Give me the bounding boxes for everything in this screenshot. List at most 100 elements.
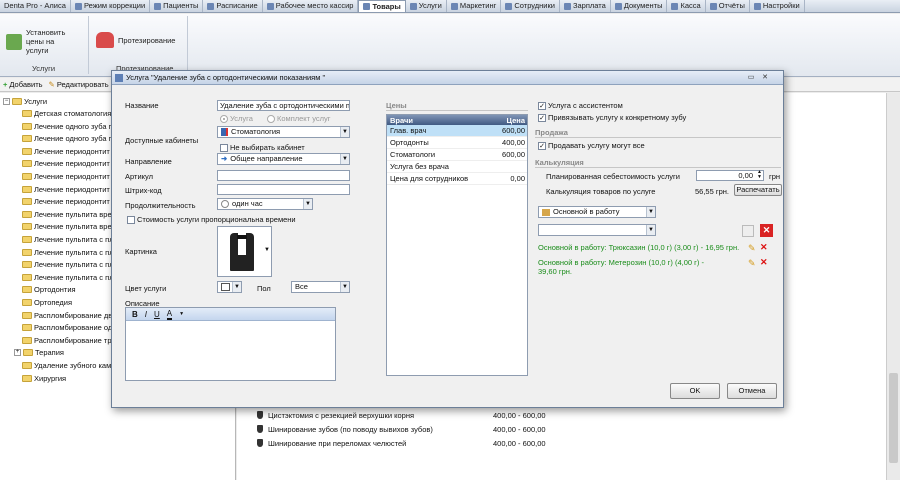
tree-item[interactable]: Лечение периодонтит: [22, 159, 110, 168]
sex-select[interactable]: Все ▼: [291, 281, 350, 293]
tree-item[interactable]: Лечение периодонтит: [22, 185, 110, 194]
edit-button[interactable]: ✎ Редактировать: [49, 80, 109, 89]
duration-select[interactable]: один час ▼: [217, 198, 313, 210]
tab-6[interactable]: Услуги: [406, 0, 447, 12]
tab-3[interactable]: Расписание: [203, 0, 263, 12]
underline-button[interactable]: U: [154, 310, 160, 319]
grid-doctor: Стоматологи: [390, 150, 436, 159]
tooth-binding-checkbox[interactable]: ✓ Привязывать услугу к конкретному зубу: [538, 113, 686, 122]
tree-item[interactable]: Лечение периодонтит: [22, 147, 110, 156]
table-row[interactable]: Шинирование при переломах челюстей 400,00…: [257, 437, 857, 449]
grid-row[interactable]: Ортодонты 400,00: [387, 137, 527, 149]
print-button[interactable]: Распечатать: [734, 184, 782, 196]
tab-2[interactable]: Пациенты: [150, 0, 204, 12]
tree-item[interactable]: + Терапия: [14, 348, 64, 357]
tree-item[interactable]: − Услуги: [3, 97, 47, 106]
color-select[interactable]: ▼: [217, 281, 242, 293]
direction-select[interactable]: ➜ Общее направление ▼: [217, 153, 350, 165]
tree-item[interactable]: Хирургия: [22, 374, 66, 383]
chevron-down-icon: ▼: [264, 247, 270, 253]
tab-7[interactable]: Маркетинг: [447, 0, 502, 12]
tree-item[interactable]: Ортопедия: [22, 298, 72, 307]
expand-icon[interactable]: −: [3, 98, 10, 105]
tab-label: Denta Pro - Алиса: [4, 1, 66, 10]
tab-10[interactable]: Документы: [611, 0, 668, 12]
spin-icon[interactable]: ▲ ▼: [757, 170, 762, 180]
delete-icon[interactable]: ✕: [760, 257, 768, 268]
minimize-icon[interactable]: ▭: [746, 73, 756, 82]
tab-4[interactable]: Рабочее место кассир: [263, 0, 359, 12]
goods-select[interactable]: ▼: [538, 224, 656, 236]
tree-item-label: Лечение одного зуба п: [34, 121, 113, 131]
tree-item[interactable]: Распломбирование од: [22, 323, 112, 332]
prosthetics-button[interactable]: Протезирование: [96, 32, 175, 48]
tab-5[interactable]: Товары: [358, 0, 406, 12]
edit-icon[interactable]: ✎: [748, 243, 756, 254]
tree-item-label: Детская стоматология: [34, 109, 112, 118]
folder-icon: [22, 160, 32, 168]
tree-item[interactable]: Распломбирование дв: [22, 311, 112, 320]
grid-row[interactable]: Цена для сотрудников 0,00: [387, 173, 527, 185]
italic-button[interactable]: I: [145, 310, 147, 319]
edit-icon[interactable]: ✎: [748, 258, 756, 269]
tree-item-label: Лечение пульпита с пл: [34, 260, 114, 270]
grid-row[interactable]: Услуга без врача: [387, 161, 527, 173]
tree-item[interactable]: Удаление зубного кам: [22, 361, 111, 370]
cabinets-label: Доступные кабинеты: [125, 136, 199, 145]
tree-item[interactable]: Лечение пульпита с пл: [22, 260, 114, 269]
tree-item[interactable]: Лечение пульпита врем: [22, 210, 117, 219]
tree-item[interactable]: Лечение периодонтит: [22, 172, 110, 181]
grid-row[interactable]: Стоматологи 600,00: [387, 149, 527, 161]
description-editor[interactable]: B I U A ▼: [125, 307, 336, 381]
grid-row[interactable]: Глав. врач 600,00: [387, 125, 527, 137]
planned-cost-input[interactable]: 0,00: [696, 170, 764, 181]
list-scrollbar[interactable]: [886, 93, 900, 480]
close-icon[interactable]: ✕: [760, 73, 770, 82]
tab-8[interactable]: Сотрудники: [501, 0, 560, 12]
set-prices-button[interactable]: Установить цены на услуги: [6, 28, 84, 55]
font-color-button[interactable]: A: [166, 309, 173, 320]
tree-item[interactable]: Ортодонтия: [22, 285, 76, 294]
bold-button[interactable]: B: [132, 310, 138, 319]
ok-button[interactable]: OK: [670, 383, 720, 399]
clear-goods-icon[interactable]: ✕: [760, 224, 773, 237]
tree-item[interactable]: Лечение пульпита врем: [22, 222, 117, 231]
tab-12[interactable]: Отчёты: [706, 0, 750, 12]
sale-all-checkbox[interactable]: ✓ Продавать услугу могут все: [538, 141, 645, 150]
add-button[interactable]: + Добавить: [3, 80, 43, 89]
tree-item[interactable]: Лечение пульпита с пл: [22, 248, 114, 257]
warehouse-select[interactable]: Основной в работу ▼: [538, 206, 656, 218]
tree-item[interactable]: Детская стоматология: [22, 109, 111, 118]
picture-box[interactable]: ▼: [217, 226, 272, 277]
add-goods-icon[interactable]: [742, 225, 754, 237]
radio-service[interactable]: Услуга: [220, 114, 253, 123]
expand-icon[interactable]: +: [14, 349, 21, 357]
table-row[interactable]: Цистэктомия с резекцией верхушки корня 40…: [257, 409, 857, 421]
tab-9[interactable]: Зарплата: [560, 0, 611, 12]
tree-item[interactable]: Распломбирование тр: [22, 336, 112, 345]
tab-1[interactable]: Режим коррекции: [71, 0, 151, 12]
tab-0[interactable]: Denta Pro - Алиса: [0, 0, 71, 12]
delete-icon[interactable]: ✕: [760, 242, 768, 253]
name-input[interactable]: Удаление зуба с ортодонтическими по: [217, 100, 350, 111]
cabinets-select[interactable]: Стоматология ▼: [217, 126, 350, 138]
prices-grid[interactable]: Врачи Цена Глав. врач 600,00 Ортодонты 400,…: [386, 114, 528, 376]
cancel-button[interactable]: Отмена: [727, 383, 777, 399]
assistant-checkbox[interactable]: ✓ Услуга с ассистентом: [538, 101, 623, 110]
tree-item[interactable]: Лечение пульпита с пл: [22, 273, 114, 282]
tree-item[interactable]: Лечение пульпита с пл: [22, 235, 114, 244]
tree-item[interactable]: Лечение одного зуба п: [22, 134, 113, 143]
tab-label: Маркетинг: [459, 1, 497, 10]
article-input[interactable]: [217, 170, 350, 181]
radio-set[interactable]: Комплект услуг: [267, 114, 330, 123]
table-row[interactable]: Шинирование зубов (по поводу вывихов зуб…: [257, 423, 857, 435]
cost-proportional-checkbox[interactable]: Стоимость услуги пропорциональна времени: [127, 215, 296, 224]
tab-13[interactable]: Настройки: [750, 0, 805, 12]
tab-11[interactable]: Касса: [667, 0, 706, 12]
tree-item-label: Лечение пульпита врем: [34, 222, 117, 232]
barcode-input[interactable]: [217, 184, 350, 195]
chevron-down-icon[interactable]: ▼: [179, 311, 184, 317]
no-cabinet-checkbox[interactable]: Не выбирать кабинет: [220, 143, 305, 152]
tree-item[interactable]: Лечение периодонтит: [22, 197, 110, 206]
tree-item[interactable]: Лечение одного зуба п: [22, 122, 113, 131]
